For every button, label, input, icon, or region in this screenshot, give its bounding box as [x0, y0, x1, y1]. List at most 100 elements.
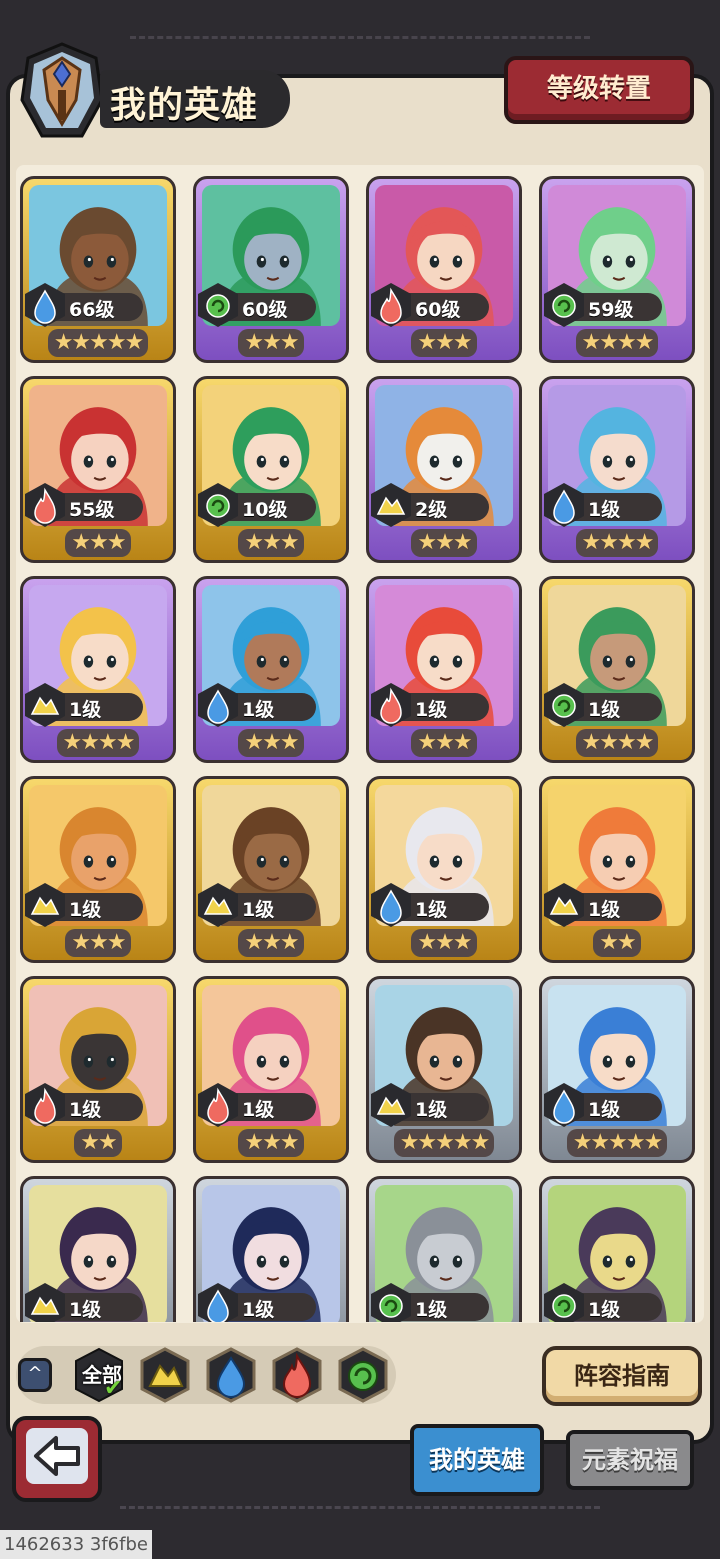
star-rating-value: ★★★★ — [575, 529, 659, 557]
water-element-icon — [371, 883, 411, 927]
hero-card[interactable]: 10级 ★★★ — [193, 376, 349, 563]
hero-card[interactable]: 1级 ★★★★★ — [539, 976, 695, 1163]
star-rating-value: ★★★ — [238, 1129, 304, 1157]
tab-my-heroes[interactable]: 我的英雄 — [410, 1424, 544, 1496]
star-rating-value: ★★★ — [238, 529, 304, 557]
filter-fire-button[interactable] — [268, 1346, 326, 1404]
hero-card[interactable]: 1级 ★★★★ — [20, 576, 176, 763]
earth-element-icon — [371, 1083, 411, 1127]
star-rating: ★★ — [23, 1129, 173, 1159]
footer-id: 1462633 3f6fbe — [0, 1530, 152, 1559]
star-rating-value: ★★★★★ — [566, 1129, 668, 1157]
star-rating-value: ★★ — [74, 1129, 122, 1157]
hero-card[interactable]: 1级 ★★★ — [193, 776, 349, 963]
fire-element-icon — [25, 1083, 65, 1127]
hero-card[interactable]: 1级 ★★★ — [193, 976, 349, 1163]
earth-element-icon — [544, 883, 584, 927]
hero-level: 1级 — [69, 1099, 102, 1121]
fire-element-icon — [371, 283, 411, 327]
hero-card[interactable]: 55级 ★★★ — [20, 376, 176, 563]
fire-element-icon — [198, 1083, 238, 1127]
hero-level: 1级 — [415, 1099, 448, 1121]
back-button-face — [26, 1428, 88, 1484]
hero-card[interactable]: 59级 ★★★★ — [539, 176, 695, 363]
star-rating-value: ★★★ — [65, 529, 131, 557]
filter-wind-button[interactable] — [334, 1346, 392, 1404]
star-rating: ★★ — [542, 929, 692, 959]
chevron-up-icon: ^ — [27, 1363, 43, 1384]
hero-card[interactable]: 1级 ★★★★ — [539, 576, 695, 763]
earth-element-icon — [25, 683, 65, 727]
hero-card[interactable]: 2级 ★★★ — [366, 376, 522, 563]
level-reset-button[interactable]: 等级转置 — [504, 56, 694, 124]
team-guide-button[interactable]: 阵容指南 — [542, 1346, 702, 1406]
hero-card[interactable]: 1级 ★★★★★ — [366, 976, 522, 1163]
star-rating-value: ★★★ — [238, 929, 304, 957]
water-element-icon — [198, 683, 238, 727]
hero-grid: 66级 ★★★★★ 60级 ★★★ 60级 ★★★ 59级 ★★★★ 55级 ★… — [20, 176, 700, 1322]
hero-level: 1级 — [242, 899, 275, 921]
helmet-icon — [20, 42, 104, 138]
level-reset-label: 等级转置 — [546, 74, 651, 104]
hero-level: 1级 — [69, 1299, 102, 1321]
fire-element-icon — [371, 683, 411, 727]
filter-earth-button[interactable] — [136, 1346, 194, 1404]
hero-level: 1级 — [242, 699, 275, 721]
hero-card[interactable]: 1级 — [539, 1176, 695, 1322]
filter-water-button[interactable] — [202, 1346, 260, 1404]
hero-level: 1级 — [415, 1299, 448, 1321]
star-rating-value: ★★★★ — [575, 729, 659, 757]
collapse-filter-button[interactable]: ^ — [18, 1358, 52, 1392]
hero-card[interactable]: 1级 ★★ — [539, 776, 695, 963]
top-decoration — [130, 36, 590, 49]
back-button[interactable] — [12, 1416, 102, 1502]
star-rating-value: ★★★ — [411, 529, 477, 557]
star-rating-value: ★★★ — [411, 729, 477, 757]
hero-card[interactable]: 60级 ★★★ — [193, 176, 349, 363]
star-rating: ★★★ — [23, 529, 173, 559]
star-rating-value: ★★★★★ — [47, 329, 149, 357]
hero-card[interactable]: 60级 ★★★ — [366, 176, 522, 363]
earth-element-icon — [198, 883, 238, 927]
star-rating: ★★★ — [369, 929, 519, 959]
hero-card[interactable]: 1级 ★★★★ — [539, 376, 695, 563]
hero-card[interactable]: 1级 — [193, 1176, 349, 1322]
hero-card[interactable]: 1级 ★★ — [20, 976, 176, 1163]
hero-level: 1级 — [69, 899, 102, 921]
hero-level: 1级 — [588, 899, 621, 921]
hero-level: 1级 — [415, 899, 448, 921]
tab-element-blessing[interactable]: 元素祝福 — [566, 1430, 694, 1490]
page-title: 我的英雄 — [110, 85, 259, 126]
hero-card[interactable]: 1级 ★★★ — [193, 576, 349, 763]
earth-element-icon — [25, 883, 65, 927]
star-rating: ★★★★ — [542, 329, 692, 359]
fire-element-icon — [25, 483, 65, 527]
star-rating: ★★★★★ — [542, 1129, 692, 1159]
star-rating-value: ★★★ — [411, 329, 477, 357]
hero-card[interactable]: 1级 — [20, 1176, 176, 1322]
star-rating: ★★★ — [369, 529, 519, 559]
star-rating-value: ★★★ — [238, 329, 304, 357]
hero-level: 55级 — [69, 499, 115, 521]
hero-level: 1级 — [588, 499, 621, 521]
star-rating: ★★★ — [196, 729, 346, 759]
hero-level: 2级 — [415, 499, 448, 521]
hero-card[interactable]: 1级 ★★★ — [366, 776, 522, 963]
hero-card[interactable]: 1级 ★★★ — [366, 576, 522, 763]
water-element-icon — [25, 283, 65, 327]
hero-card[interactable]: 1级 — [366, 1176, 522, 1322]
star-rating-value: ★★★ — [411, 929, 477, 957]
tab-element-blessing-label: 元素祝福 — [582, 1446, 678, 1474]
check-icon: ✔ — [104, 1376, 123, 1401]
arrow-left-icon — [34, 1436, 80, 1476]
bottom-decoration — [120, 1506, 600, 1509]
star-rating-value: ★★★ — [65, 929, 131, 957]
hero-level: 1级 — [69, 699, 102, 721]
hero-level: 66级 — [69, 299, 115, 321]
wind-element-icon — [371, 1283, 411, 1322]
hero-card[interactable]: 1级 ★★★ — [20, 776, 176, 963]
star-rating: ★★★★★ — [369, 1129, 519, 1159]
star-rating-value: ★★★★★ — [393, 1129, 495, 1157]
wind-element-icon — [198, 283, 238, 327]
hero-card[interactable]: 66级 ★★★★★ — [20, 176, 176, 363]
